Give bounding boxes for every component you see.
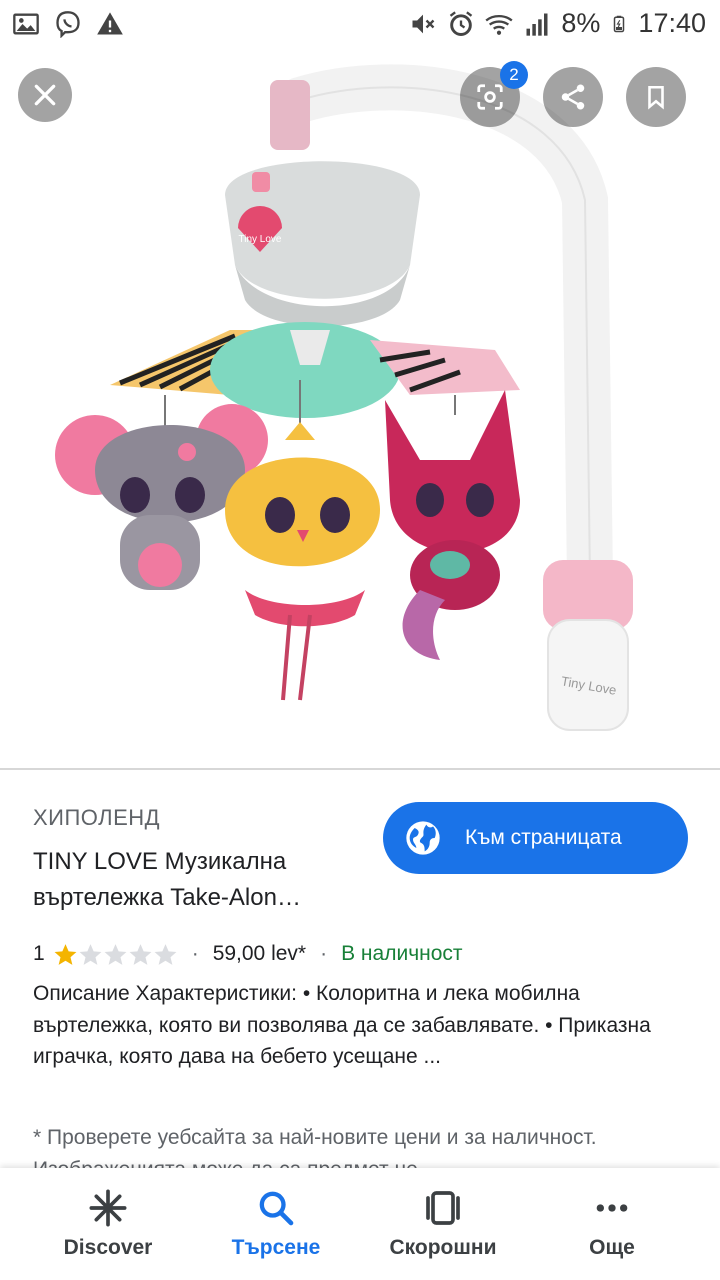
nav-more[interactable]: Още [562, 1168, 662, 1280]
baby-mobile-illustration: Tiny Love Tiny Love [55, 64, 633, 731]
globe-icon [406, 821, 440, 855]
star-filled-icon [54, 943, 77, 965]
close-button[interactable] [18, 68, 72, 122]
battery-icon [614, 15, 625, 32]
nav-search[interactable]: Търсене [218, 1168, 334, 1280]
star-empty-icon [104, 943, 127, 965]
warning-icon [97, 12, 123, 35]
search-icon [259, 1191, 294, 1226]
save-button[interactable] [626, 67, 686, 127]
viber-icon [56, 11, 80, 38]
star-empty-icon [154, 943, 177, 965]
lens-badge: 2 [500, 61, 528, 89]
lens-icon [477, 84, 503, 110]
divider [0, 768, 720, 770]
share-icon [561, 84, 585, 110]
status-bar: 8% 17:40 [0, 0, 720, 52]
bookmark-icon [648, 85, 664, 110]
asterisk-icon [89, 1189, 127, 1227]
separator-dot: · [320, 942, 328, 965]
alarm-icon [450, 10, 473, 36]
visit-page-label: Към страницата [465, 826, 622, 849]
image-icon [13, 13, 39, 35]
toy-brand-text: Tiny Love [239, 234, 282, 245]
rating-value: 1 [33, 942, 45, 965]
battery-percent: 8% [561, 8, 601, 38]
mute-icon [412, 14, 435, 33]
rating-stars [53, 942, 178, 967]
nav-more-label: Още [589, 1236, 635, 1259]
star-empty-icon [129, 943, 152, 965]
nav-discover[interactable]: Discover [50, 1168, 166, 1280]
price-disclaimer: * Проверете уебсайта за най-новите цени … [33, 1126, 597, 1168]
bottom-navigation: Discover Търсене Скорошни Още [0, 1168, 720, 1280]
product-image[interactable]: Tiny Love Tiny Love [0, 52, 720, 768]
nav-recent[interactable]: Скорошни [375, 1168, 511, 1280]
result-title[interactable]: TINY LOVE Музикална въртележка Take-Alon… [33, 844, 373, 916]
nav-discover-label: Discover [63, 1236, 153, 1259]
more-icon [596, 1204, 628, 1212]
source-name[interactable]: ХИПОЛЕНД [33, 805, 160, 831]
nav-recent-label: Скорошни [389, 1236, 497, 1259]
price: 59,00 lev* [212, 942, 307, 965]
result-meta: 1 · 59,00 lev* · В наличност [33, 938, 463, 970]
star-empty-icon [79, 943, 102, 965]
visit-page-button[interactable]: Към страницата [383, 802, 688, 874]
signal-icon [526, 13, 548, 36]
result-description: Описание Характеристики: • Колоритна и л… [33, 982, 651, 1068]
close-icon [34, 84, 56, 106]
clock: 17:40 [638, 8, 706, 38]
wifi-icon [485, 14, 513, 35]
separator-dot: · [191, 942, 199, 965]
share-button[interactable] [543, 67, 603, 127]
nav-search-label: Търсене [231, 1236, 321, 1259]
availability-status: В наличност [341, 942, 463, 965]
tabs-icon [426, 1191, 460, 1225]
